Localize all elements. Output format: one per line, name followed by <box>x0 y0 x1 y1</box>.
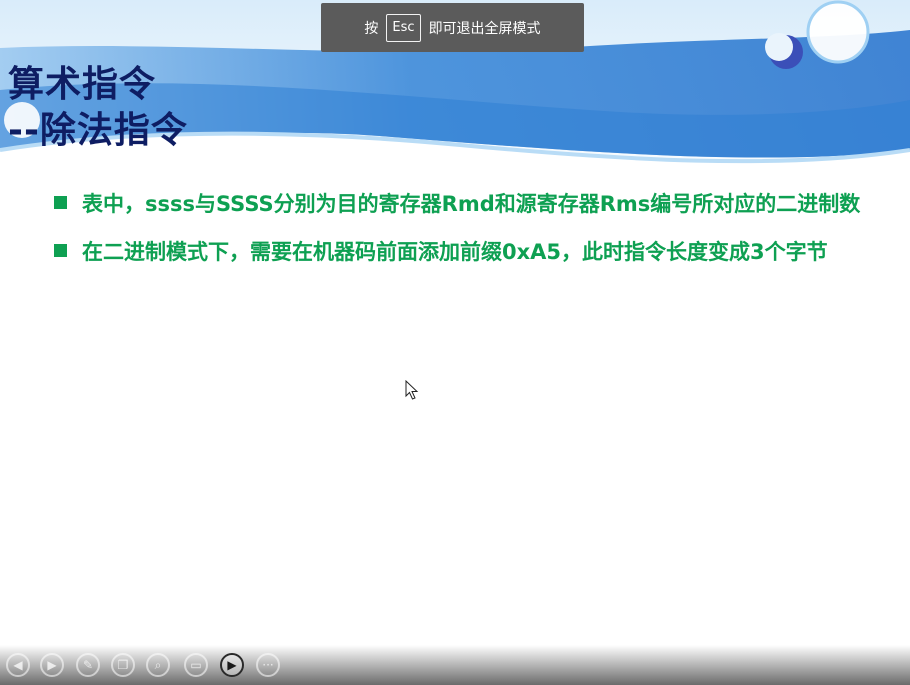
presentation-toolbar: ◀ ▶ ✎ ❐ ⌕ ▭ ▶ ··· <box>0 645 910 685</box>
next-icon[interactable]: ▶ <box>40 653 64 677</box>
screen-icon[interactable]: ▭ <box>184 653 208 677</box>
presentation-slide: 算术指令 --除法指令 表中，ssss与SSSS分别为目的寄存器Rmd和源寄存器… <box>0 0 910 685</box>
previous-icon[interactable]: ◀ <box>6 653 30 677</box>
bullet-text: 在二进制模式下，需要在机器码前面添加前缀0xA5，此时指令长度变成3个字节 <box>82 240 828 264</box>
notice-suffix: 即可退出全屏模式 <box>428 20 541 37</box>
slide-title: 算术指令 --除法指令 <box>8 62 188 154</box>
video-camera-icon[interactable]: ▶ <box>220 653 244 677</box>
bullet-list: 表中，ssss与SSSS分别为目的寄存器Rmd和源寄存器Rms编号所对应的二进制… <box>54 185 904 281</box>
mouse-cursor-icon <box>405 380 419 400</box>
more-icon[interactable]: ··· <box>256 653 280 677</box>
square-bullet-icon <box>54 196 67 209</box>
slide-title-line-2: --除法指令 <box>8 110 188 151</box>
bullet-text: 表中，ssss与SSSS分别为目的寄存器Rmd和源寄存器Rms编号所对应的二进制… <box>82 192 861 216</box>
exit-fullscreen-notice: 按 Esc 即可退出全屏模式 <box>321 3 584 52</box>
bullet-item: 表中，ssss与SSSS分别为目的寄存器Rmd和源寄存器Rms编号所对应的二进制… <box>54 185 904 223</box>
copy-icon[interactable]: ❐ <box>111 653 135 677</box>
notice-prefix: 按 <box>364 20 379 37</box>
zoom-icon[interactable]: ⌕ <box>146 653 170 677</box>
pen-icon[interactable]: ✎ <box>76 653 100 677</box>
bullet-item: 在二进制模式下，需要在机器码前面添加前缀0xA5，此时指令长度变成3个字节 <box>54 233 904 271</box>
esc-key-button[interactable]: Esc <box>386 13 421 42</box>
slide-title-line-1: 算术指令 <box>8 64 157 105</box>
square-bullet-icon <box>54 244 67 257</box>
